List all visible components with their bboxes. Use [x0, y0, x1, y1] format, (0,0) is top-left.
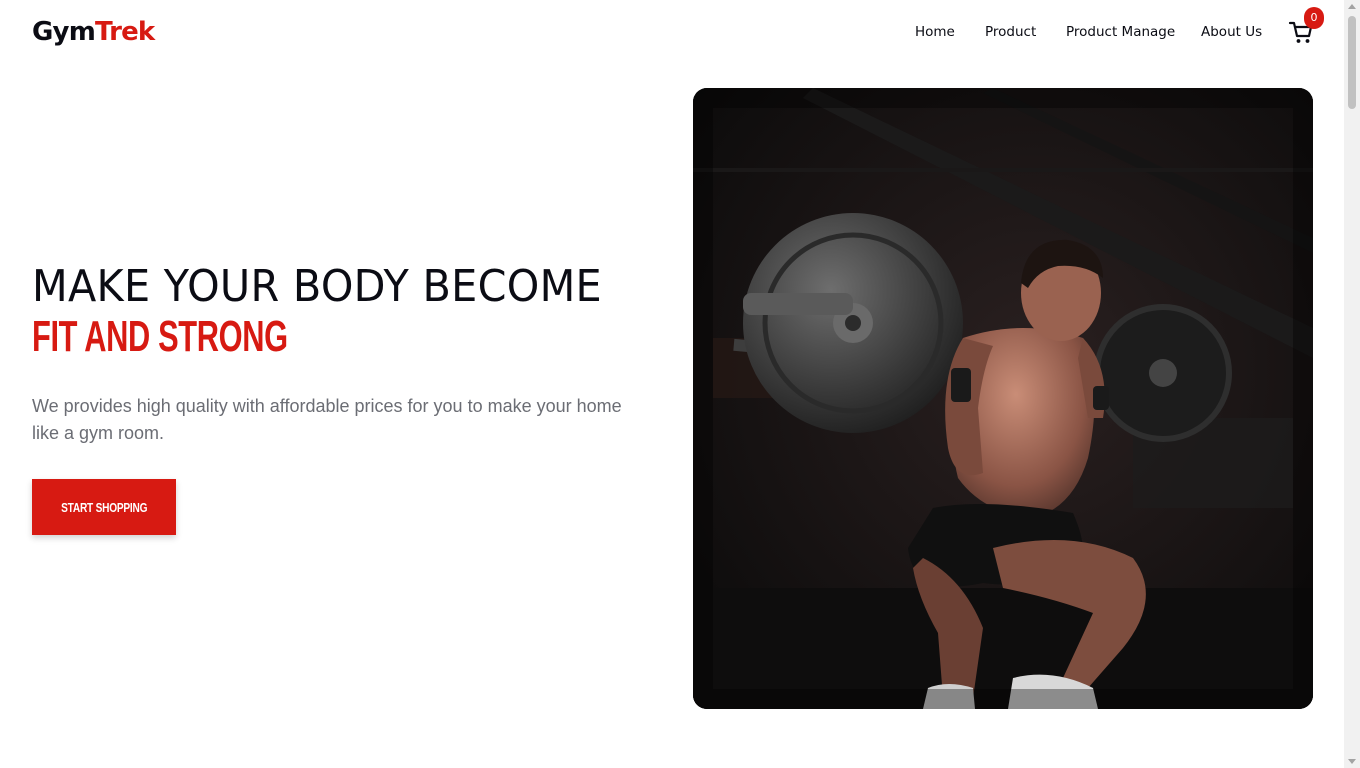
hero-title: MAKE YOUR BODY BECOME FIT AND STRONG	[32, 261, 672, 361]
main-nav: Home Product Product Manage About Us	[0, 23, 1344, 43]
nav-product-manage[interactable]: Product Manage	[1066, 23, 1175, 41]
nav-about-us[interactable]: About Us	[1201, 23, 1262, 41]
scroll-thumb[interactable]	[1348, 16, 1356, 109]
hero-title-line2: FIT AND STRONG	[32, 312, 288, 361]
hero-gym-photo	[693, 88, 1313, 709]
scroll-down-arrow-icon[interactable]	[1348, 759, 1356, 764]
gym-photo-illustration	[693, 88, 1313, 709]
start-shopping-label: START SHOPPING	[60, 499, 148, 515]
scroll-up-arrow-icon[interactable]	[1348, 4, 1356, 9]
nav-home[interactable]: Home	[915, 23, 955, 41]
page-scrollbar[interactable]	[1344, 0, 1360, 768]
cart-count-badge: 0	[1304, 7, 1324, 29]
hero-description: We provides high quality with affordable…	[32, 396, 622, 443]
site-header: GymTrek Home Product Product Manage Abou…	[0, 0, 1344, 66]
start-shopping-button[interactable]: START SHOPPING	[32, 479, 176, 535]
nav-product[interactable]: Product	[985, 23, 1036, 41]
hero-title-line1: MAKE YOUR BODY BECOME	[32, 261, 602, 312]
